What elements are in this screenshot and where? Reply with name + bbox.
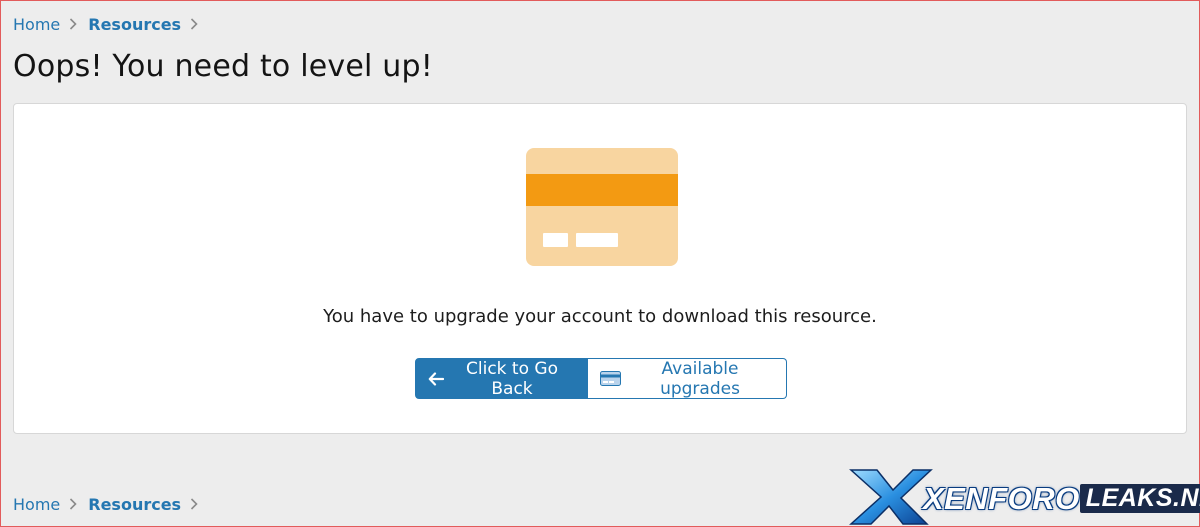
watermark-prefix: XENFORO <box>923 481 1080 516</box>
page-title: Oops! You need to level up! <box>13 49 433 84</box>
go-back-button[interactable]: Click to Go Back <box>415 358 588 399</box>
xenforoleaks-watermark-logo: XENFOROLEAKS.NET <box>847 468 1200 526</box>
chevron-right-icon <box>68 18 78 30</box>
x-logo-icon <box>849 469 933 525</box>
breadcrumb-top: Home Resources <box>13 12 209 36</box>
available-upgrades-button[interactable]: Available upgrades <box>588 358 787 399</box>
chevron-right-icon <box>68 498 78 510</box>
breadcrumb-resources-link[interactable]: Resources <box>88 495 181 514</box>
card-stripe <box>526 174 678 206</box>
chevron-right-icon <box>189 498 199 510</box>
chevron-right-icon <box>189 18 199 30</box>
card-chip-small <box>543 233 568 247</box>
arrow-left-icon <box>428 371 444 386</box>
upgrade-required-panel: You have to upgrade your account to down… <box>13 103 1187 434</box>
button-group: Click to Go Back Available upgrades <box>415 358 787 399</box>
breadcrumb-bottom: Home Resources <box>13 492 209 516</box>
available-upgrades-label: Available upgrades <box>660 358 740 399</box>
breadcrumb-resources-link[interactable]: Resources <box>88 15 181 34</box>
watermark-suffix: LEAKS.NET <box>1079 484 1200 513</box>
go-back-label: Click to Go Back <box>466 358 558 399</box>
card-chip-large <box>576 233 618 247</box>
breadcrumb-home-link[interactable]: Home <box>13 495 60 514</box>
upgrade-message: You have to upgrade your account to down… <box>323 306 877 327</box>
credit-card-icon <box>600 371 621 386</box>
breadcrumb-home-link[interactable]: Home <box>13 15 60 34</box>
credit-card-icon <box>526 148 678 266</box>
